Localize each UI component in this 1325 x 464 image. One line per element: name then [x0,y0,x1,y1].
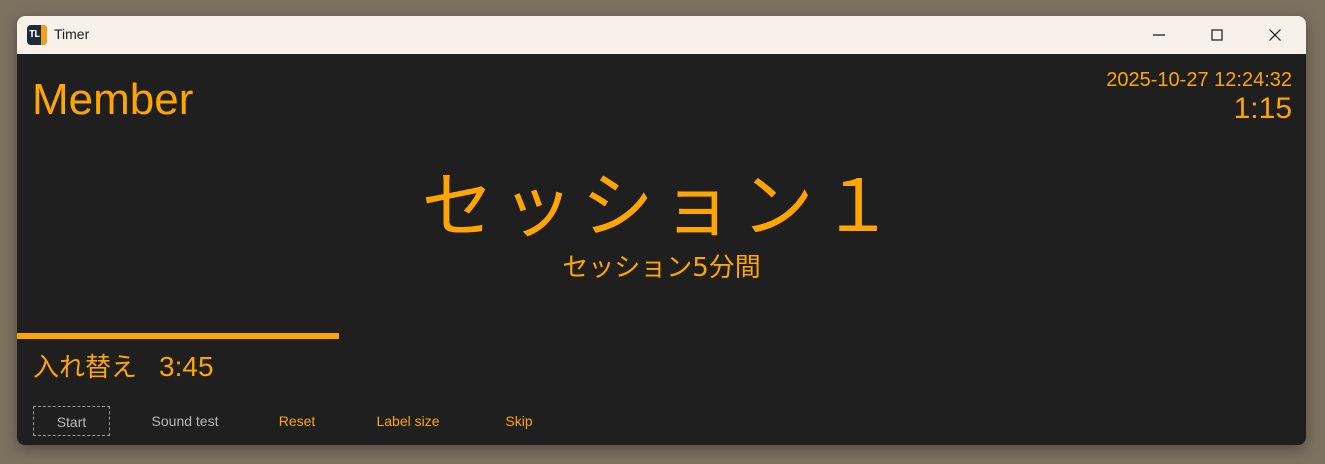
clock-panel: 2025-10-27 12:24:32 1:15 [1106,68,1292,126]
maximize-button[interactable] [1188,16,1246,54]
sound-test-button[interactable]: Sound test [139,406,231,436]
close-button[interactable] [1246,16,1304,54]
member-label: Member [32,75,194,124]
close-icon [1269,29,1281,41]
next-segment: 入れ替え 3:45 [33,350,214,385]
session-title: セッション１ [421,164,902,248]
minimize-icon [1153,34,1165,36]
app-icon: TL [27,25,47,45]
reset-button[interactable]: Reset [267,406,327,436]
progress-fill [17,333,340,339]
next-segment-time: 3:45 [159,351,214,382]
current-datetime: 2025-10-27 12:24:32 [1106,69,1292,91]
timer-window: TL Timer Member 2025-10-27 12:24:32 1:15 [17,16,1306,445]
app-icon-text: TL [29,29,40,40]
elapsed-time: 1:15 [1233,92,1292,125]
minimize-button[interactable] [1130,16,1188,54]
start-button[interactable]: Start [33,406,110,436]
title-bar[interactable]: TL Timer [17,16,1306,54]
timer-content: Member 2025-10-27 12:24:32 1:15 セッション１ セ… [17,54,1306,445]
label-size-button[interactable]: Label size [367,406,449,436]
skip-button[interactable]: Skip [489,406,549,436]
window-title: Timer [54,26,90,42]
progress-bar [17,333,1306,339]
next-segment-label: 入れ替え [33,353,138,383]
session-subtitle: セッション5分間 [562,253,761,283]
maximize-icon [1211,29,1223,41]
